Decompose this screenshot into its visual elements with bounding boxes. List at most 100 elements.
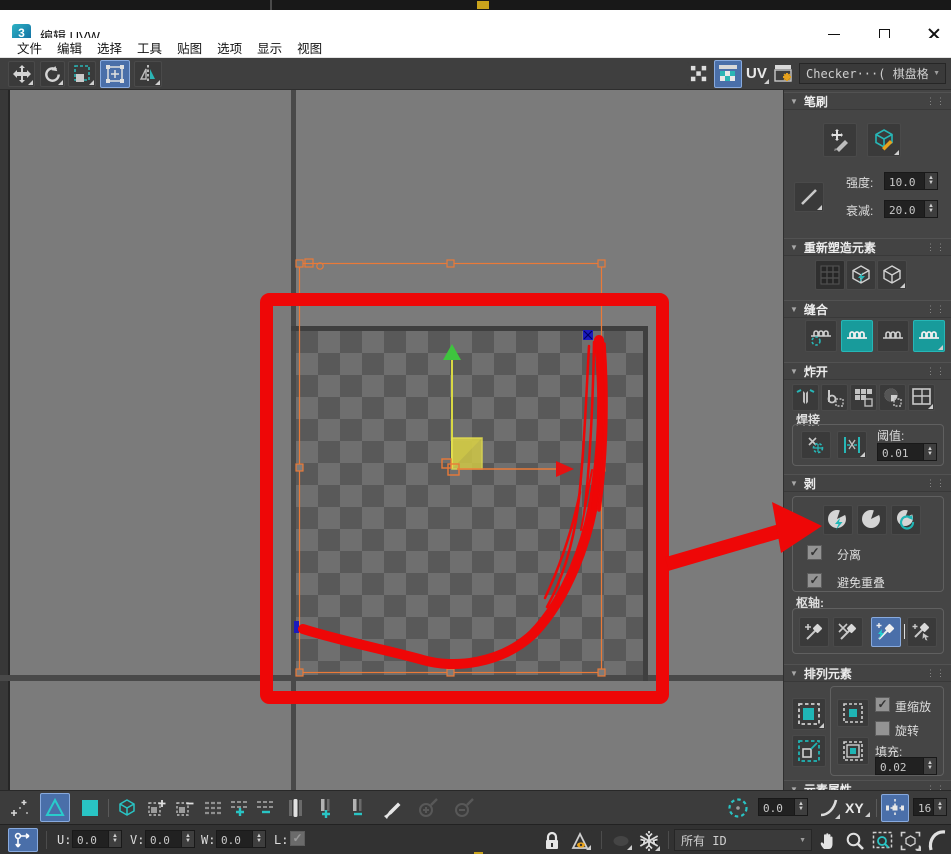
section-header-arrange[interactable]: ▼ 排列元素 ⋮⋮ (784, 664, 951, 681)
tile-bitmap-button[interactable] (687, 62, 711, 86)
spinner-arrows-icon[interactable]: ▲ ▼ (923, 444, 936, 460)
threshold-spinner[interactable]: 0.01 ▲ ▼ (877, 443, 937, 461)
relax-until-flat-button[interactable] (815, 260, 845, 290)
soft-selection-value[interactable]: 0.0 (759, 799, 794, 815)
material-id-dropdown[interactable]: 所有 ID ▼ (674, 829, 812, 851)
grow-selection-button[interactable] (144, 795, 170, 821)
show-map-button[interactable] (714, 60, 742, 88)
stitch-source-button[interactable] (841, 320, 873, 352)
padding-spinner[interactable]: 0.02 ▲ ▼ (875, 757, 937, 775)
brush-falloff-button[interactable] (794, 182, 824, 212)
render-template-button[interactable] (771, 62, 797, 86)
section-header-element-properties[interactable]: ▼ 元素属性 ⋮⋮ (784, 780, 951, 790)
rotate-button[interactable] (40, 61, 65, 87)
zoom-button[interactable] (842, 828, 867, 853)
shrink-loop-button[interactable] (254, 795, 278, 821)
freeze-selected-button[interactable] (636, 828, 662, 853)
pin-move-button[interactable] (799, 617, 829, 647)
falloff-spinner[interactable]: 20.0 ▲ ▼ (884, 200, 938, 218)
spinner-arrows-icon[interactable]: ▲ ▼ (933, 799, 946, 815)
paint-select-shrink-button[interactable] (450, 795, 480, 821)
v-spinner[interactable]: 0.0 ▲ ▼ (145, 830, 195, 848)
edge-distance-button[interactable] (881, 794, 909, 822)
face-mode-button[interactable] (40, 793, 70, 822)
menu-view[interactable]: 视图 (297, 38, 322, 57)
rescale-checkbox[interactable] (875, 697, 890, 712)
section-header-stitch[interactable]: ▼ 缝合 ⋮⋮ (784, 300, 951, 317)
edge-distance-value[interactable]: 16 (914, 799, 933, 815)
pack-together-button[interactable] (837, 699, 869, 727)
break-button[interactable] (792, 384, 819, 411)
detach-edge-verts-button[interactable] (821, 384, 848, 411)
quick-peel-button[interactable] (823, 505, 853, 535)
shrink-ring-button[interactable] (346, 795, 372, 821)
peel-reset-button[interactable] (891, 505, 921, 535)
pack-custom-button[interactable] (792, 735, 826, 767)
pin-interactive-button[interactable] (907, 617, 937, 647)
section-header-explode[interactable]: ▼ 炸开 ⋮⋮ (784, 362, 951, 379)
lock-selection-button[interactable] (540, 829, 564, 852)
scale-button[interactable] (68, 61, 96, 87)
shrink-selection-button[interactable] (172, 795, 198, 821)
padding-value[interactable]: 0.02 (876, 758, 923, 774)
select-ring-button[interactable] (286, 795, 304, 821)
menu-select[interactable]: 选择 (97, 38, 122, 57)
strength-value[interactable]: 10.0 (885, 173, 924, 189)
filter-selected-faces-button[interactable] (567, 829, 593, 852)
peel-mode-button[interactable] (857, 505, 887, 535)
stitch-custom-button[interactable] (805, 320, 837, 352)
flatten-by-group-button[interactable] (850, 384, 877, 411)
map-selector-dropdown[interactable]: Checker···( 棋盘格 ) ▼ (799, 63, 946, 84)
menu-display[interactable]: 显示 (257, 38, 282, 57)
spinner-arrows-icon[interactable]: ▲ ▼ (794, 799, 807, 815)
threshold-value[interactable]: 0.01 (878, 444, 923, 460)
move-button[interactable] (8, 61, 35, 87)
pin-release-button[interactable] (833, 617, 863, 647)
pack-nested-button[interactable] (837, 737, 869, 765)
weld-selected-button[interactable] (837, 431, 867, 459)
stitch-average-button[interactable] (877, 320, 909, 352)
pin-quick-button[interactable] (871, 617, 901, 647)
target-weld-button[interactable] (801, 431, 831, 459)
menu-mapping[interactable]: 贴图 (177, 38, 202, 57)
grow-loop-button[interactable] (228, 795, 252, 821)
straighten-element-button[interactable] (846, 260, 876, 290)
w-spinner[interactable]: 0.0 ▲ ▼ (216, 830, 266, 848)
hide-selected-button[interactable] (608, 829, 634, 852)
absolute-mode-button[interactable] (8, 828, 38, 852)
menu-tools[interactable]: 工具 (137, 38, 162, 57)
v-value[interactable]: 0.0 (146, 831, 181, 847)
select-loop-button[interactable] (202, 795, 226, 821)
grow-ring-button[interactable] (314, 795, 340, 821)
menu-options[interactable]: 选项 (217, 38, 242, 57)
spinner-arrows-icon[interactable]: ▲ ▼ (252, 831, 265, 847)
edge-distance-spinner[interactable]: 16 ▲ ▼ (913, 798, 947, 816)
relax-brush-button[interactable] (867, 123, 901, 157)
falloff-space-xy-button[interactable]: XY (845, 800, 871, 818)
rotate-checkbox[interactable] (875, 721, 890, 736)
pack-normalize-button[interactable] (792, 698, 826, 730)
spinner-arrows-icon[interactable]: ▲ ▼ (924, 201, 937, 217)
unfold-element-button[interactable] (877, 260, 907, 290)
pan-button[interactable] (816, 828, 840, 853)
paint-select-button[interactable] (378, 795, 406, 821)
lock-aspect-checkbox[interactable] (290, 831, 305, 846)
falloff-value[interactable]: 20.0 (885, 201, 924, 217)
move-brush-button[interactable] (823, 123, 857, 157)
section-header-peel[interactable]: ▼ 剥 ⋮⋮ (784, 474, 951, 491)
u-spinner[interactable]: 0.0 ▲ ▼ (72, 830, 122, 848)
section-header-brush[interactable]: ▼ 笔刷 ⋮⋮ (784, 92, 951, 109)
mirror-button[interactable] (134, 61, 162, 87)
soft-selection-button[interactable] (724, 795, 752, 821)
vertex-mode-button[interactable] (6, 795, 34, 821)
zoom-region-button[interactable] (869, 828, 895, 853)
menu-file[interactable]: 文件 (17, 38, 42, 57)
paint-select-grow-button[interactable] (414, 795, 444, 821)
strength-spinner[interactable]: 10.0 ▲ ▼ (884, 172, 938, 190)
flatten-mapping-button[interactable] (908, 384, 935, 411)
menu-edit[interactable]: 编辑 (57, 38, 82, 57)
zoom-extents-button[interactable] (897, 828, 923, 853)
u-value[interactable]: 0.0 (73, 831, 108, 847)
spinner-arrows-icon[interactable]: ▲ ▼ (924, 173, 937, 189)
w-value[interactable]: 0.0 (217, 831, 252, 847)
